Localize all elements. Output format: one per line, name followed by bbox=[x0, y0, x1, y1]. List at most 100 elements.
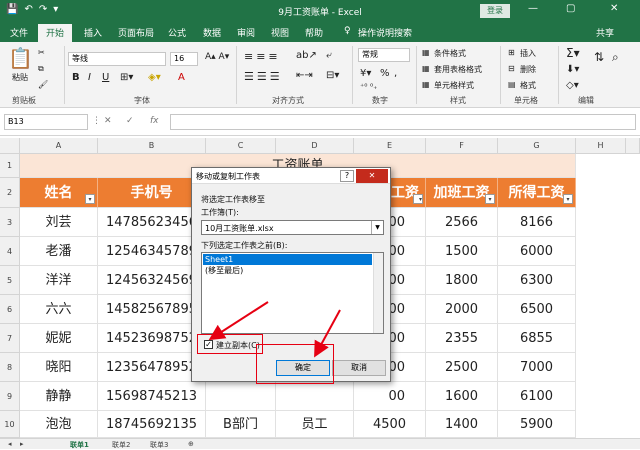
row-header[interactable]: 3 bbox=[0, 208, 20, 237]
column-header[interactable]: F bbox=[426, 138, 498, 154]
copy-icon[interactable]: ⧉ bbox=[38, 64, 44, 74]
name-box-dropdown-icon[interactable]: ⋮ bbox=[92, 116, 101, 126]
row-header[interactable]: 1 bbox=[0, 154, 20, 178]
font-grow-icon[interactable]: A▴ A▾ bbox=[205, 52, 229, 62]
clear-icon[interactable]: ◇▾ bbox=[566, 80, 579, 91]
table-cell[interactable]: 洋洋 bbox=[20, 266, 98, 295]
row-header[interactable]: 8 bbox=[0, 353, 20, 382]
number-format-select[interactable]: 常规 bbox=[358, 48, 410, 62]
tab-home[interactable]: 开始 bbox=[38, 24, 73, 42]
row-header[interactable]: 4 bbox=[0, 237, 20, 266]
formula-input[interactable] bbox=[170, 114, 636, 130]
table-cell[interactable]: 15698745213 bbox=[98, 382, 206, 411]
paste-icon[interactable]: 📋 bbox=[8, 46, 33, 70]
row-header[interactable]: 6 bbox=[0, 295, 20, 324]
column-header[interactable]: C bbox=[206, 138, 276, 154]
table-cell[interactable]: 2500 bbox=[426, 353, 498, 382]
minimize-icon[interactable]: — bbox=[528, 3, 538, 14]
vertical-scrollbar[interactable] bbox=[626, 138, 640, 154]
header-cell[interactable]: 所得工资 ▾ bbox=[498, 178, 576, 208]
cancel-button[interactable]: 取消 bbox=[332, 360, 386, 376]
dialog-close-button[interactable]: ✕ bbox=[356, 169, 388, 183]
table-cell[interactable]: 14785623456 bbox=[98, 208, 206, 237]
close-icon[interactable]: ✕ bbox=[610, 3, 618, 14]
underline-button[interactable]: U bbox=[102, 72, 109, 83]
tab-insert[interactable]: 插入 bbox=[84, 26, 102, 39]
table-cell[interactable]: 6100 bbox=[498, 382, 576, 411]
format-as-table-icon[interactable]: ▦ bbox=[422, 64, 430, 73]
table-cell[interactable]: 7000 bbox=[498, 353, 576, 382]
fill-color-icon[interactable]: ◈▾ bbox=[148, 72, 161, 83]
insert-function-icon[interactable]: fx bbox=[150, 116, 159, 126]
filter-dropdown-icon[interactable]: ▾ bbox=[413, 194, 423, 204]
table-cell[interactable]: 6500 bbox=[498, 295, 576, 324]
find-select-icon[interactable]: ⌕ bbox=[612, 50, 619, 65]
table-cell[interactable]: 六六 bbox=[20, 295, 98, 324]
table-cell[interactable]: 18745692135 bbox=[98, 411, 206, 438]
table-cell[interactable]: 1400 bbox=[426, 411, 498, 438]
delete-cells-button[interactable]: 删除 bbox=[520, 64, 536, 75]
tab-scroll-left-icon[interactable]: ◂ bbox=[8, 440, 12, 448]
list-item[interactable]: Sheet1 bbox=[203, 254, 372, 265]
row-header[interactable]: 9 bbox=[0, 382, 20, 411]
login-button[interactable]: 登录 bbox=[480, 4, 510, 18]
insert-cells-icon[interactable]: ⊞ bbox=[508, 48, 515, 57]
decimal-icons[interactable]: ⁺⁰ ⁰₊ bbox=[360, 82, 377, 91]
confirm-entry-icon[interactable]: ✓ bbox=[126, 116, 134, 126]
conditional-format-icon[interactable]: ▦ bbox=[422, 48, 430, 57]
tab-data[interactable]: 数据 bbox=[203, 26, 221, 39]
table-cell[interactable]: 6000 bbox=[498, 237, 576, 266]
maximize-icon[interactable]: ▢ bbox=[566, 3, 575, 14]
table-cell[interactable]: 2355 bbox=[426, 324, 498, 353]
tab-page-layout[interactable]: 页面布局 bbox=[118, 26, 154, 39]
table-cell[interactable]: 14582567895 bbox=[98, 295, 206, 324]
table-cell[interactable]: 12456324569 bbox=[98, 266, 206, 295]
table-cell[interactable]: 12546345789 bbox=[98, 237, 206, 266]
horizontal-align-icons[interactable]: ☰☰☰ bbox=[244, 70, 283, 83]
orientation-icon[interactable]: ab↗ bbox=[296, 50, 317, 61]
font-size-select[interactable]: 16 bbox=[170, 52, 198, 66]
row-header[interactable]: 5 bbox=[0, 266, 20, 295]
conditional-format-button[interactable]: 条件格式 bbox=[434, 48, 466, 59]
tell-me-search[interactable]: 操作说明搜索 bbox=[358, 26, 412, 39]
column-header[interactable]: E bbox=[354, 138, 426, 154]
tab-help[interactable]: 帮助 bbox=[305, 26, 323, 39]
cancel-entry-icon[interactable]: ✕ bbox=[104, 116, 112, 126]
format-as-table-button[interactable]: 套用表格格式 bbox=[434, 64, 482, 75]
table-cell[interactable]: 8166 bbox=[498, 208, 576, 237]
comma-button[interactable]: , bbox=[394, 68, 397, 79]
filter-dropdown-icon[interactable]: ▾ bbox=[563, 194, 573, 204]
percent-button[interactable]: % bbox=[380, 68, 390, 79]
paste-label[interactable]: 粘贴 bbox=[12, 72, 28, 83]
table-cell[interactable]: B部门 bbox=[206, 411, 276, 438]
cut-icon[interactable]: ✂ bbox=[38, 48, 45, 57]
table-cell[interactable]: 妮妮 bbox=[20, 324, 98, 353]
table-cell[interactable] bbox=[276, 382, 354, 411]
column-header[interactable]: D bbox=[276, 138, 354, 154]
wrap-text-icon[interactable]: ⤶ bbox=[326, 50, 332, 61]
table-cell[interactable]: 1500 bbox=[426, 237, 498, 266]
table-cell[interactable]: 员工 bbox=[276, 411, 354, 438]
table-cell[interactable]: 晓阳 bbox=[20, 353, 98, 382]
column-header[interactable]: G bbox=[498, 138, 576, 154]
italic-button[interactable]: I bbox=[88, 72, 91, 83]
tab-view[interactable]: 视图 bbox=[271, 26, 289, 39]
format-cells-button[interactable]: 格式 bbox=[520, 80, 536, 91]
insert-cells-button[interactable]: 插入 bbox=[520, 48, 536, 59]
name-box[interactable]: B13 bbox=[4, 114, 88, 130]
table-cell[interactable]: 14523698752 bbox=[98, 324, 206, 353]
table-cell[interactable]: 12356478952 bbox=[98, 353, 206, 382]
share-button[interactable]: 共享 bbox=[596, 26, 614, 39]
format-painter-icon[interactable]: 🖌 bbox=[38, 80, 48, 89]
header-cell[interactable]: 手机号▾ bbox=[98, 178, 206, 208]
add-sheet-icon[interactable]: ⊕ bbox=[188, 440, 194, 448]
merge-center-icon[interactable]: ⊟▾ bbox=[326, 70, 339, 81]
tab-formulas[interactable]: 公式 bbox=[168, 26, 186, 39]
bold-button[interactable]: B bbox=[72, 72, 80, 83]
before-sheet-list[interactable]: Sheet1 (移至最后) bbox=[201, 252, 384, 334]
table-cell[interactable]: 泡泡 bbox=[20, 411, 98, 438]
tab-review[interactable]: 审阅 bbox=[237, 26, 255, 39]
help-icon[interactable]: ? bbox=[340, 170, 354, 182]
filter-dropdown-icon[interactable]: ▾ bbox=[85, 194, 95, 204]
table-cell[interactable]: 刘芸 bbox=[20, 208, 98, 237]
